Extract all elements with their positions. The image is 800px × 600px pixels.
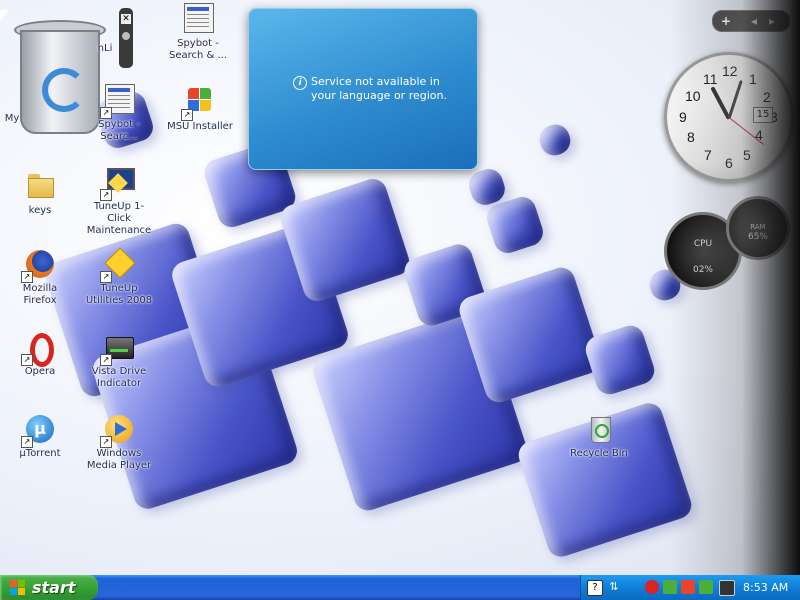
clock-number: 3 [770,109,778,125]
ram-dial: RAM 65% [726,196,790,260]
icon-label: TuneUp 1-Click Maintenance [86,201,152,236]
desktop-icon-tuneup-utilities[interactable]: ↗ TuneUp Utilities 2008 [84,247,154,307]
clock-number: 6 [725,155,733,171]
tuneup-utilities-icon: ↗ [100,247,136,283]
icon-label: Windows Media Player [86,448,152,471]
desktop-icon-spybot-2[interactable]: ↗ Spybot - Searc... [84,84,154,143]
desktop-icon-msu-installer[interactable]: ↗ MSU Installer [165,86,235,133]
icon-label: Recycle Bin [570,448,628,459]
spybot-icon: ↗ [100,84,135,119]
icon-label: Vista Drive Indicator [91,366,147,389]
clock-number: 1 [749,71,757,87]
shortcut-arrow-icon: ↗ [100,354,112,366]
wallpaper-cube [582,322,658,398]
clock-number: 8 [687,129,695,145]
desktop-icon-firefox[interactable]: ↗ Mozilla Firefox [5,248,75,307]
icon-label: Mozilla Firefox [22,283,58,306]
clock-number: 5 [743,147,751,163]
network-icon[interactable]: ⇅ [607,580,621,594]
media-player-icon: ↗ [100,413,135,448]
tray-app-icon[interactable] [663,580,677,594]
ram-label: RAM [750,223,766,231]
shortcut-arrow-icon: ↗ [21,271,33,283]
add-gadget-button[interactable]: + [721,13,731,29]
clock-number: 9 [679,109,687,125]
desktop-icon-my-computer[interactable]: My [0,110,47,125]
windows-logo-icon [10,580,26,596]
nlite-icon: ✕ [107,8,139,68]
system-tray: ? ⇅ 8:53 AM [580,575,800,600]
help-icon[interactable]: ? [587,580,603,596]
shortcut-arrow-icon: ↗ [100,271,112,283]
service-unavailable-popup[interactable]: i Service not available in your language… [248,8,478,170]
drive-tray-icon[interactable] [719,580,735,596]
clock-number: 11 [703,71,718,87]
desktop-icon-vista-drive-indicator[interactable]: ↗ Vista Drive Indicator [84,331,154,390]
utorrent-icon: µ ↗ [21,413,56,448]
icon-label: MSU Installer [167,121,233,132]
cpu-meter-gadget[interactable]: CPU 02% RAM 65% [662,192,790,290]
security-shield-icon[interactable] [645,580,659,594]
desktop-icon-recycle-bin[interactable]: Recycle Bin [564,413,634,460]
icon-label: nLi [97,43,113,54]
tray-app-icon[interactable] [699,580,713,594]
mouse-cursor-icon [0,10,8,22]
icon-label: Spybot - Searc... [98,119,140,142]
popup-message: Service not available in your language o… [311,75,447,102]
clock-minute-hand [727,79,743,119]
desktop-icon-keys[interactable]: keys [5,170,75,217]
cpu-value: 02% [692,265,713,275]
shortcut-arrow-icon: ↗ [181,109,193,121]
shortcut-arrow-icon: ↗ [100,436,112,448]
desktop: My ✕ nLi Spybot - Search & ... ↗ Spybot … [0,0,800,575]
clock-number: 10 [685,88,701,104]
icon-label: Spybot - Search & ... [168,38,228,61]
icon-label: µTorrent [19,448,61,459]
icon-label: keys [28,205,52,216]
next-page-button[interactable]: ▸ [769,13,775,29]
icon-label: TuneUp Utilities 2008 [85,283,153,306]
desktop-icon-nlite[interactable]: ✕ nLi [88,8,158,68]
clock-hour-hand [710,86,731,120]
shortcut-arrow-icon: ↗ [100,189,112,201]
clock-number: 12 [722,63,738,79]
windows-flag-icon: ↗ [181,86,216,121]
clock-number: 4 [755,127,763,143]
previous-page-button[interactable]: ◂ [751,13,757,29]
desktop-icon-utorrent[interactable]: µ ↗ µTorrent [5,413,75,460]
icon-label: Opera [24,366,56,377]
recycle-bin-icon [583,413,615,445]
desktop-icon-tuneup-maintenance[interactable]: ↗ TuneUp 1-Click Maintenance [84,166,154,237]
icon-label: My [4,113,20,124]
shortcut-arrow-icon: ↗ [21,436,33,448]
clock-second-hand [728,117,764,145]
tray-app-icon[interactable] [681,580,695,594]
desktop-icon-windows-media-player[interactable]: ↗ Windows Media Player [84,413,154,472]
ram-value: 65% [747,232,768,242]
desktop-icon-spybot-1[interactable]: Spybot - Search & ... [163,3,233,62]
taskbar: start ? ⇅ 8:53 AM [0,575,800,600]
drive-icon: ↗ [100,331,135,366]
cpu-dial: CPU 02% [664,212,742,290]
info-icon: i [293,76,307,90]
firefox-icon: ↗ [21,248,56,283]
shortcut-arrow-icon: ↗ [100,107,112,119]
clock-date: 15 [753,107,773,123]
shortcut-arrow-icon: ↗ [21,354,33,366]
start-button[interactable]: start [0,575,98,600]
start-label: start [32,578,76,597]
clock-time[interactable]: 8:53 AM [743,575,788,600]
clock-number: 2 [763,89,771,105]
desktop-icon-opera[interactable]: ↗ Opera [5,331,75,378]
folder-icon [24,170,56,202]
tuneup-icon: ↗ [100,166,135,201]
clock-number: 7 [704,147,712,163]
clock-gadget[interactable]: 12 1 2 3 4 5 6 7 8 9 10 11 15 [664,52,794,182]
sidebar-controls: + ◂ ▸ [712,10,790,32]
spybot-icon [182,3,214,35]
opera-icon: ↗ [21,331,56,367]
cpu-label: CPU [693,239,713,249]
wallpaper-cube [536,121,574,159]
